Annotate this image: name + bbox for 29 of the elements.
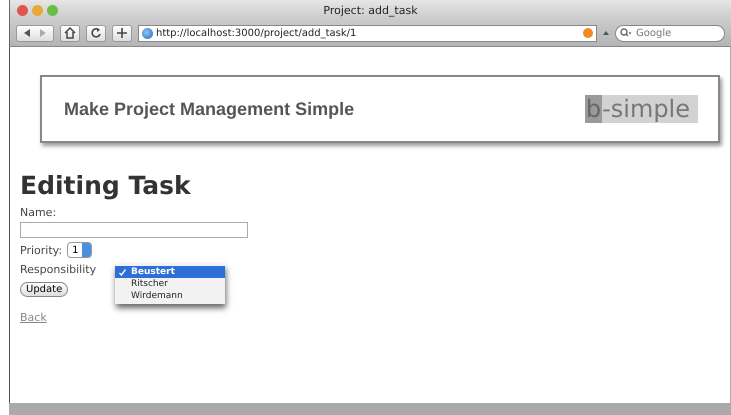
dropdown-arrow-icon — [603, 31, 609, 35]
address-field[interactable]: http://localhost:3000/project/add_task/1 — [138, 24, 597, 42]
reload-icon — [90, 27, 102, 39]
field-label: Priority: — [20, 244, 62, 256]
add-bookmark-button[interactable] — [112, 24, 132, 42]
page-heading: Editing Task — [20, 171, 192, 200]
back-link[interactable]: Back — [20, 311, 720, 324]
tagline: Make Project Management Simple — [64, 98, 354, 120]
menu-item[interactable]: Wirdemann — [115, 290, 225, 302]
reload-button[interactable] — [86, 24, 106, 42]
window-title: Project: add_task — [322, 4, 419, 16]
search-field[interactable]: Google — [615, 24, 725, 42]
home-button[interactable] — [60, 24, 80, 42]
back-forward-arrows-icon — [22, 28, 48, 38]
plus-icon — [116, 27, 128, 39]
check-icon — [119, 268, 126, 276]
menu-item[interactable]: Beustert — [115, 266, 225, 278]
back-forward-button[interactable] — [16, 24, 54, 42]
feed-icon — [583, 28, 593, 38]
field-label: Responsibility — [20, 262, 96, 276]
search-icon — [620, 28, 632, 38]
name-input-field[interactable] — [20, 222, 248, 238]
priority-select[interactable]: 1 — [67, 242, 92, 258]
window-control-icon[interactable] — [17, 4, 28, 16]
field-label: Name: — [20, 206, 58, 219]
globe-icon — [142, 28, 153, 38]
update-button[interactable]: Update — [20, 282, 68, 297]
menu-item[interactable]: Ritscher — [115, 278, 225, 290]
home-icon — [64, 27, 76, 39]
